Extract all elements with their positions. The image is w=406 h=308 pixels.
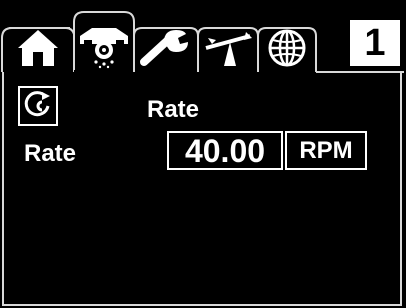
tab-settings[interactable] <box>133 27 199 72</box>
tab-bar-graphics <box>0 11 404 74</box>
screen: 1 Rate Rate 40.00 RPM <box>0 0 406 308</box>
tab-language[interactable] <box>257 27 317 72</box>
content-frame <box>2 72 402 306</box>
rate-unit: RPM <box>285 131 367 170</box>
rate-gauge-icon[interactable] <box>18 86 58 126</box>
tab-spreader[interactable] <box>73 11 135 74</box>
globe-icon <box>268 29 306 67</box>
field-label: Rate <box>147 96 200 123</box>
page-number: 1 <box>350 20 400 66</box>
tab-bar: 1 <box>0 0 406 74</box>
tab-balance[interactable] <box>197 27 259 72</box>
rate-value[interactable]: 40.00 <box>167 131 283 170</box>
tab-home[interactable] <box>1 27 75 72</box>
rate-label: Rate <box>24 140 77 167</box>
